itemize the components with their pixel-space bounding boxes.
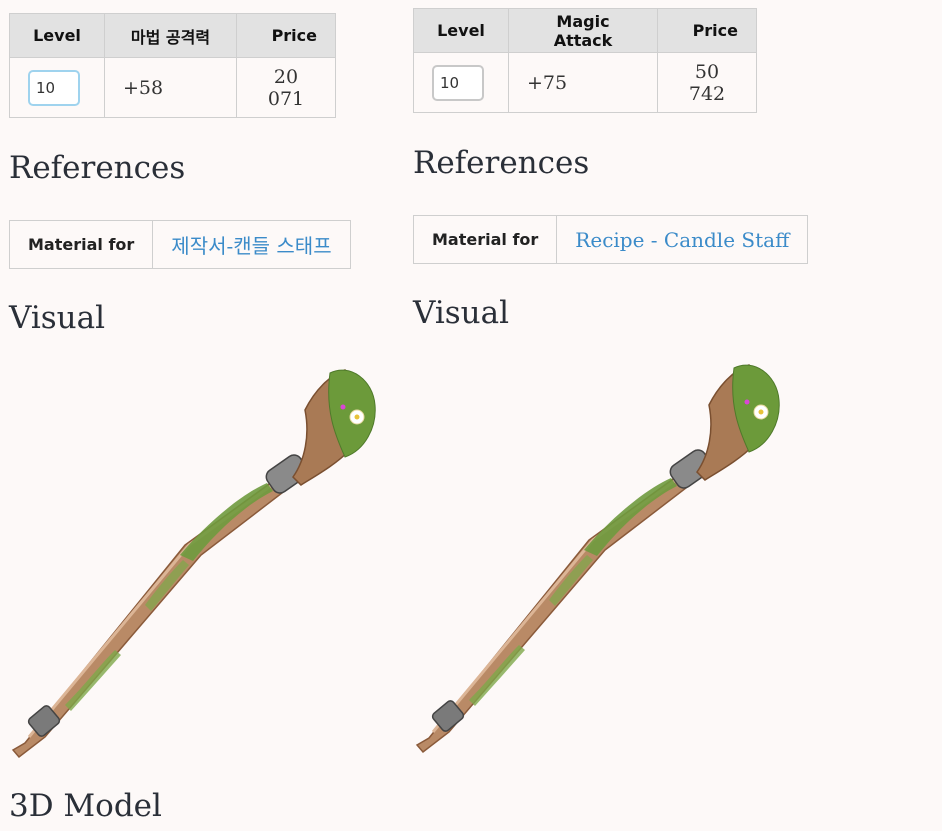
recipe-link[interactable]: 제작서-캔들 스태프 [171, 234, 331, 258]
level-input[interactable] [28, 69, 80, 106]
price-value: 20 071 [236, 57, 336, 118]
candle-staff-image [415, 364, 780, 754]
level-header: Level [413, 8, 509, 53]
table-row: +75 50 742 [413, 52, 757, 113]
price-header: Price [236, 13, 336, 58]
price-header: Price [657, 8, 757, 53]
level-input[interactable] [432, 64, 484, 101]
stats-table-right: Level Magic Attack Price +75 50 742 [413, 8, 757, 113]
references-table: Material for 제작서-캔들 스태프 [8, 220, 351, 269]
magic-attack-value: +58 [104, 57, 237, 118]
magic-attack-header: Magic Attack [508, 8, 658, 53]
level-header: Level [9, 13, 105, 58]
3d-model-heading: 3D Model [9, 788, 162, 824]
recipe-link[interactable]: Recipe - Candle Staff [575, 228, 789, 252]
visual-heading: Visual [9, 300, 106, 336]
magic-attack-value: +75 [508, 52, 658, 113]
references-table: Material for Recipe - Candle Staff [412, 215, 809, 264]
material-for-label: Material for [412, 215, 558, 264]
references-heading: References [9, 150, 186, 186]
price-value: 50 742 [657, 52, 757, 113]
visual-heading: Visual [413, 295, 510, 331]
material-for-label: Material for [8, 220, 154, 269]
candle-staff-image [11, 369, 376, 759]
stats-table-left: Level 마법 공격력 Price +58 20 071 [9, 13, 336, 118]
magic-attack-header: 마법 공격력 [104, 13, 237, 58]
references-heading: References [413, 145, 590, 181]
table-row: +58 20 071 [9, 57, 336, 118]
